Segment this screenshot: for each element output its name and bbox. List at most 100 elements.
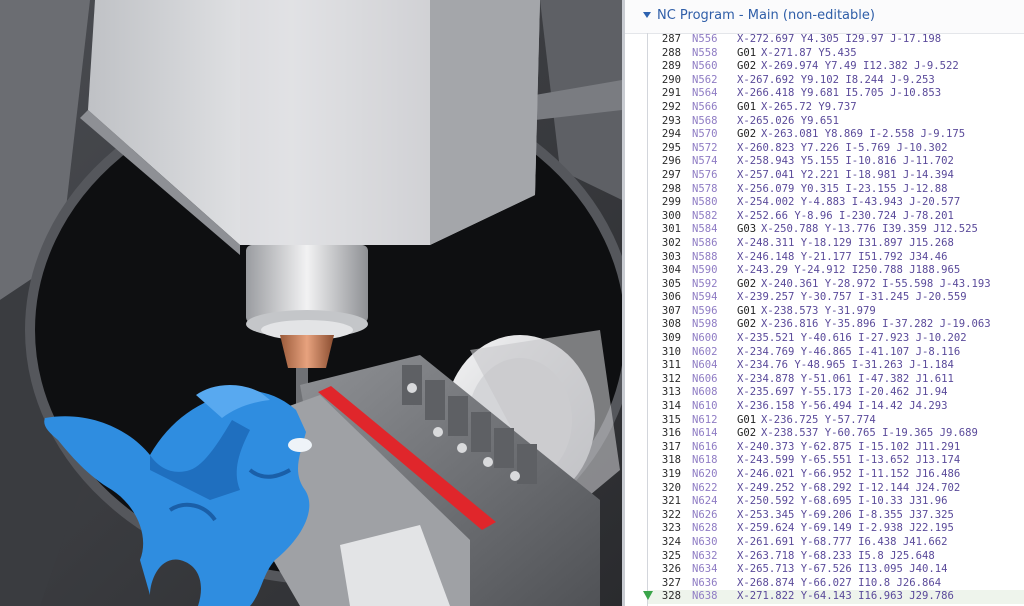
nc-line-number: 307 [661,304,681,317]
nc-line[interactable]: 291 N564 X-266.418 Y9.681 I5.705 J-10.853 [648,87,1024,101]
nc-gcode: G02 [737,318,757,331]
nc-coordinates: X-271.87 Y5.435 [761,46,857,59]
nc-line[interactable]: 308 N598 G02 X-236.816 Y-35.896 I-37.282 J-… [648,318,1024,332]
nc-line-number: 317 [661,440,681,453]
nc-line[interactable]: 289 N560 G02 X-269.974 Y7.49 I12.382 J-9.52… [648,60,1024,74]
nc-block-number: N570 [692,128,718,141]
nc-line[interactable]: 317 N616 X-240.373 Y-62.875 I-15.102 J11.2… [648,441,1024,455]
nc-line[interactable]: 307 N596 G01 X-238.573 Y-31.979 [648,305,1024,319]
nc-line-number: 308 [661,318,681,331]
nc-block-number: N558 [692,46,718,59]
nc-line[interactable]: 299 N580 X-254.002 Y-4.883 I-43.943 J-20.5… [648,196,1024,210]
nc-line-number: 313 [661,386,681,399]
nc-line-number: 291 [661,87,681,100]
nc-line[interactable]: 320 N622 X-249.252 Y-68.292 I-12.144 J24.7… [648,482,1024,496]
nc-line[interactable]: 288 N558 G01 X-271.87 Y5.435 [648,47,1024,61]
collapse-triangle-icon[interactable] [643,12,651,18]
nc-line[interactable]: 325 N632 X-263.718 Y-68.233 I5.8 J25.648 [648,550,1024,564]
nc-line[interactable]: 322 N626 X-253.345 Y-69.206 I-8.355 J37.32… [648,509,1024,523]
nc-block-number: N638 [692,590,718,603]
nc-line[interactable]: 297 N576 X-257.041 Y2.221 I-18.981 J-14.39… [648,169,1024,183]
nc-line[interactable]: 300 N582 X-252.66 Y-8.96 I-230.724 J-78.20… [648,210,1024,224]
nc-line[interactable]: 328 N638 X-271.822 Y-64.143 I16.963 J29.78… [648,590,1024,604]
nc-coordinates: X-236.725 Y-57.774 [761,413,876,426]
nc-line-number: 310 [661,345,681,358]
nc-block-number: N562 [692,73,718,86]
nc-gcode: G01 [737,413,757,426]
nc-line[interactable]: 292 N566 G01 X-265.72 Y9.737 [648,101,1024,115]
nc-line-number: 323 [661,522,681,535]
nc-coordinates: X-234.878 Y-51.061 I-47.382 J1.611 [737,372,954,385]
nc-line-number: 306 [661,291,681,304]
nc-line[interactable]: 315 N612 G01 X-236.725 Y-57.774 [648,414,1024,428]
nc-line[interactable]: 295 N572 X-260.823 Y7.226 I-5.769 J-10.302 [648,142,1024,156]
nc-line-number: 303 [661,250,681,263]
nc-line[interactable]: 290 N562 X-267.692 Y9.102 I8.244 J-9.253 [648,74,1024,88]
nc-line[interactable]: 301 N584 G03 X-250.788 Y-13.776 I39.359 J12… [648,223,1024,237]
nc-block-number: N608 [692,386,718,399]
nc-line-number: 305 [661,277,681,290]
nc-block-number: N588 [692,250,718,263]
nc-coordinates: X-243.599 Y-65.551 I-13.652 J13.174 [737,454,961,467]
nc-line[interactable]: 326 N634 X-265.713 Y-67.526 I13.095 J40.14 [648,563,1024,577]
nc-line[interactable]: 321 N624 X-250.592 Y-68.695 I-10.33 J31.96 [648,495,1024,509]
nc-coordinates: X-263.718 Y-68.233 I5.8 J25.648 [737,549,935,562]
nc-coordinates: X-234.76 Y-48.965 I-31.263 J-1.184 [737,359,954,372]
nc-line[interactable]: 287 N556 X-272.697 Y4.305 I29.97 J-17.198 [648,33,1024,47]
nc-line-number: 304 [661,264,681,277]
nc-coordinates: X-234.769 Y-46.865 I-41.107 J-8.116 [737,345,961,358]
nc-line[interactable]: 314 N610 X-236.158 Y-56.494 I-14.42 J4.293 [648,400,1024,414]
nc-line[interactable]: 316 N614 G02 X-238.537 Y-60.765 I-19.365 J9… [648,427,1024,441]
nc-coordinates: X-239.257 Y-30.757 I-31.245 J-20.559 [737,291,967,304]
nc-line[interactable]: 298 N578 X-256.079 Y0.315 I-23.155 J-12.88 [648,183,1024,197]
nc-line[interactable]: 293 N568 X-265.026 Y9.651 [648,115,1024,129]
nc-block-number: N578 [692,182,718,195]
nc-coordinates: X-240.361 Y-28.972 I-55.598 J-43.193 [761,277,991,290]
machine-3d-scene [0,0,622,606]
nc-line[interactable]: 294 N570 G02 X-263.081 Y8.869 I-2.558 J-9.1… [648,128,1024,142]
nc-line[interactable]: 313 N608 X-235.697 Y-55.173 I-20.462 J1.94 [648,386,1024,400]
nc-line-number: 309 [661,332,681,345]
nc-gcode: G02 [737,277,757,290]
nc-coordinates: X-235.697 Y-55.173 I-20.462 J1.94 [737,386,948,399]
nc-code-listing[interactable]: 287 N556 X-272.697 Y4.305 I29.97 J-17.198 2… [647,33,1024,606]
nc-coordinates: X-246.148 Y-21.177 I51.792 J34.46 [737,250,948,263]
nc-line[interactable]: 302 N586 X-248.311 Y-18.129 I31.897 J15.26… [648,237,1024,251]
nc-line-number: 301 [661,223,681,236]
nc-block-number: N576 [692,168,718,181]
nc-coordinates: X-240.373 Y-62.875 I-15.102 J11.291 [737,440,961,453]
nc-line[interactable]: 323 N628 X-259.624 Y-69.149 I-2.938 J22.19… [648,522,1024,536]
nc-block-number: N600 [692,332,718,345]
nc-coordinates: X-258.943 Y5.155 I-10.816 J-11.702 [737,155,954,168]
nc-block-number: N560 [692,60,718,73]
nc-line-number: 319 [661,468,681,480]
nc-line[interactable]: 305 N592 G02 X-240.361 Y-28.972 I-55.598 J-… [648,278,1024,292]
nc-coordinates: X-260.823 Y7.226 I-5.769 J-10.302 [737,141,948,154]
nc-line[interactable]: 327 N636 X-268.874 Y-66.027 I10.8 J26.864 [648,577,1024,591]
nc-line[interactable]: 318 N618 X-243.599 Y-65.551 I-13.652 J13.1… [648,454,1024,468]
nc-line[interactable]: 303 N588 X-246.148 Y-21.177 I51.792 J34.46 [648,251,1024,265]
nc-gcode: G01 [737,304,757,317]
nc-block-number: N566 [692,100,718,113]
nc-line[interactable]: 311 N604 X-234.76 Y-48.965 I-31.263 J-1.18… [648,359,1024,373]
machine-simulation-viewport[interactable] [0,0,622,606]
nc-line-number: 324 [661,535,681,548]
nc-line[interactable]: 312 N606 X-234.878 Y-51.061 I-47.382 J1.61… [648,373,1024,387]
nc-line[interactable]: 310 N602 X-234.769 Y-46.865 I-41.107 J-8.1… [648,346,1024,360]
nc-coordinates: X-246.021 Y-66.952 I-11.152 J16.486 [737,468,961,480]
nc-line-number: 316 [661,427,681,440]
nc-block-number: N596 [692,304,718,317]
nc-coordinates: X-254.002 Y-4.883 I-43.943 J-20.577 [737,196,961,209]
nc-line-number: 325 [661,549,681,562]
nc-line[interactable]: 304 N590 X-243.29 Y-24.912 I250.788 J188.9… [648,264,1024,278]
nc-gcode: G01 [737,46,757,59]
nc-line[interactable]: 324 N630 X-261.691 Y-68.777 I6.438 J41.662 [648,536,1024,550]
nc-line[interactable]: 309 N600 X-235.521 Y-40.616 I-27.923 J-10.… [648,332,1024,346]
nc-line[interactable]: 306 N594 X-239.257 Y-30.757 I-31.245 J-20.… [648,291,1024,305]
nc-line[interactable]: 319 N620 X-246.021 Y-66.952 I-11.152 J16.4… [648,468,1024,482]
nc-line[interactable]: 296 N574 X-258.943 Y5.155 I-10.816 J-11.70… [648,155,1024,169]
nc-coordinates: X-236.816 Y-35.896 I-37.282 J-19.063 [761,318,991,331]
nc-coordinates: X-243.29 Y-24.912 I250.788 J188.965 [737,264,961,277]
nc-coordinates: X-259.624 Y-69.149 I-2.938 J22.195 [737,522,954,535]
nc-line-number: 328 [661,590,681,603]
